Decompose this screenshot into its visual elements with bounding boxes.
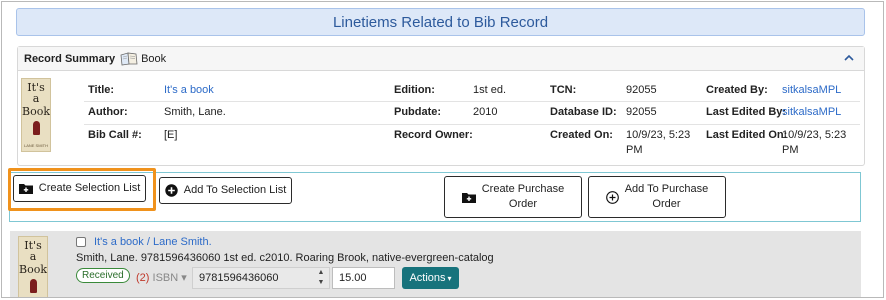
lineitem-cover-line2: a: [29, 250, 37, 263]
title-link[interactable]: It's a book: [164, 84, 214, 97]
caret-down-icon: ▾: [447, 273, 452, 283]
isbn-label: ISBN: [152, 272, 179, 284]
add-to-selection-list-label: Add To Selection List: [183, 184, 287, 196]
record-owner-key: Record Owner:: [394, 129, 473, 141]
isbn-count: (2): [136, 272, 150, 284]
callout-highlight: [8, 168, 156, 211]
last-edited-by-key: Last Edited By:: [706, 106, 787, 118]
edition-value: 1st ed.: [473, 84, 507, 96]
actions-dropdown-button[interactable]: Actions ▾: [402, 267, 459, 289]
plus-circle-icon: [165, 184, 178, 197]
summary-row-divider: [84, 124, 860, 125]
last-edited-on-value-line2: PM: [782, 144, 799, 156]
page-banner: Linetiems Related to Bib Record: [16, 8, 865, 36]
create-purchase-order-label: Create Purchase Order: [482, 182, 565, 212]
received-status-badge: Received: [76, 268, 130, 283]
isbn-stepper[interactable]: ▲ ▼: [316, 268, 326, 288]
last-edited-on-value-line1: 10/9/23, 5:23: [782, 129, 847, 141]
created-on-value-line1: 10/9/23, 5:23: [626, 129, 691, 141]
bib-call-value: [E]: [164, 129, 178, 141]
record-summary-label: Record Summary: [24, 52, 116, 65]
lineitem-title-link[interactable]: It's a book / Lane Smith.: [94, 236, 212, 249]
last-edited-on-key: Last Edited On:: [706, 129, 788, 141]
database-id-value: 92055: [626, 106, 657, 118]
book-icon: [120, 51, 138, 66]
created-on-key: Created On:: [550, 129, 613, 141]
create-po-label-line1: Create Purchase: [481, 183, 565, 195]
actions-label: Actions: [409, 272, 446, 284]
add-to-purchase-order-button[interactable]: Add To Purchase Order: [588, 176, 726, 218]
created-on-value-line2: PM: [626, 144, 643, 156]
isbn-input[interactable]: 9781596436060: [192, 267, 330, 289]
cover-author: LANE SMITH: [23, 143, 48, 148]
lineitem-row: It's a Book It's a book / Lane Smith. Sm…: [10, 231, 861, 297]
price-input[interactable]: 15.00: [332, 267, 395, 289]
created-by-key: Created By:: [706, 84, 768, 96]
author-key: Author:: [88, 106, 128, 118]
edition-key: Edition:: [394, 84, 435, 96]
last-edited-by-link[interactable]: sitkalsaMPL: [782, 106, 841, 119]
title-key: Title:: [88, 84, 115, 96]
lineitem-details: Smith, Lane. 9781596436060 1st ed. c2010…: [76, 252, 494, 264]
add-po-label-line1: Add To Purchase: [624, 183, 709, 195]
plus-circle-outline-icon: [605, 190, 619, 204]
chevron-down-icon: ▾: [181, 272, 187, 284]
create-purchase-order-button[interactable]: Create Purchase Order: [444, 176, 582, 218]
banner-title: Linetiems Related to Bib Record: [332, 13, 549, 31]
create-po-label-line2: Order: [508, 198, 538, 210]
lineitem-cover-illustration: [29, 279, 37, 293]
add-to-purchase-order-label: Add To Purchase Order: [625, 182, 709, 212]
tcn-key: TCN:: [550, 84, 577, 96]
add-to-selection-list-button[interactable]: Add To Selection List: [159, 177, 292, 204]
database-id-key: Database ID:: [550, 106, 617, 118]
cover-illustration: [32, 121, 40, 135]
record-format: Book: [141, 52, 167, 65]
created-by-link[interactable]: sitkalsaMPL: [782, 84, 841, 97]
bib-call-key: Bib Call #:: [88, 129, 142, 141]
chevron-up-icon[interactable]: [842, 51, 856, 65]
pubdate-key: Pubdate:: [394, 106, 442, 118]
lineitem-cover-image: It's a Book: [18, 236, 48, 297]
cover-title-line2: a: [32, 92, 40, 105]
isbn-type-select[interactable]: (2) ISBN ▾: [136, 271, 187, 284]
cover-image: It's a Book LANE SMITH: [21, 78, 51, 152]
folder-plus-icon: [461, 192, 476, 203]
lineitem-select-checkbox[interactable]: [76, 237, 86, 247]
add-po-label-line2: Order: [652, 198, 681, 210]
tcn-value: 92055: [626, 84, 657, 96]
record-summary-header[interactable]: Record Summary Book: [18, 47, 864, 71]
lineitem-cover-line3: Book: [19, 263, 47, 276]
app-frame: Linetiems Related to Bib Record Record S…: [1, 1, 884, 298]
author-value: Smith, Lane.: [164, 106, 226, 118]
cover-title-line3: Book: [22, 105, 50, 118]
summary-row-divider: [84, 101, 860, 102]
pubdate-value: 2010: [473, 106, 498, 118]
record-summary-panel: Record Summary Book It's a Book LANE SMI…: [17, 46, 865, 166]
